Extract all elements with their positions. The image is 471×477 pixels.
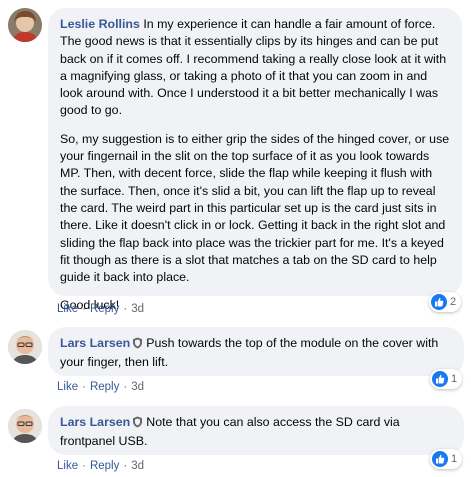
comment-actions: Like · Reply · 3d: [57, 303, 144, 315]
shield-badge-icon: [132, 416, 143, 433]
like-link[interactable]: Like: [57, 381, 78, 393]
avatar[interactable]: [8, 330, 42, 364]
shield-badge-icon: [132, 337, 143, 354]
reaction-count: 1: [451, 453, 458, 465]
avatar-photo: [8, 330, 42, 364]
author-name[interactable]: Lars Larsen: [60, 336, 130, 350]
like-icon: [432, 371, 448, 387]
avatar[interactable]: [8, 409, 42, 443]
reply-link[interactable]: Reply: [90, 460, 119, 472]
comment-bubble: Lars Larsen Note that you can also access…: [48, 406, 464, 455]
comment-text: In my experience it can handle a fair am…: [60, 17, 447, 118]
author-name[interactable]: Lars Larsen: [60, 415, 130, 429]
timestamp[interactable]: 3d: [131, 381, 144, 393]
author-name[interactable]: Leslie Rollins: [60, 17, 140, 31]
timestamp[interactable]: 3d: [131, 460, 144, 472]
like-link[interactable]: Like: [57, 460, 78, 472]
avatar-photo: [8, 8, 42, 42]
comment-paragraph: So, my suggestion is to either grip the …: [60, 131, 450, 285]
comment-paragraph: Leslie Rollins In my experience it can h…: [60, 16, 450, 120]
timestamp[interactable]: 3d: [131, 303, 144, 315]
reaction-summary[interactable]: 1: [430, 449, 463, 469]
reply-link[interactable]: Reply: [90, 381, 119, 393]
comment-actions: Like · Reply · 3d: [57, 460, 144, 472]
comment-bubble: Leslie Rollins In my experience it can h…: [48, 8, 462, 312]
avatar-photo: [8, 409, 42, 443]
reaction-summary[interactable]: 1: [430, 369, 463, 389]
reaction-count: 1: [451, 373, 458, 385]
avatar[interactable]: [8, 8, 42, 42]
reaction-count: 2: [450, 296, 457, 308]
reply-link[interactable]: Reply: [90, 303, 119, 315]
like-icon: [432, 451, 448, 467]
like-icon: [431, 294, 447, 310]
reaction-summary[interactable]: 2: [429, 292, 462, 312]
like-link[interactable]: Like: [57, 303, 78, 315]
comment-bubble: Lars Larsen Push towards the top of the m…: [48, 327, 464, 376]
comment-actions: Like · Reply · 3d: [57, 381, 144, 393]
